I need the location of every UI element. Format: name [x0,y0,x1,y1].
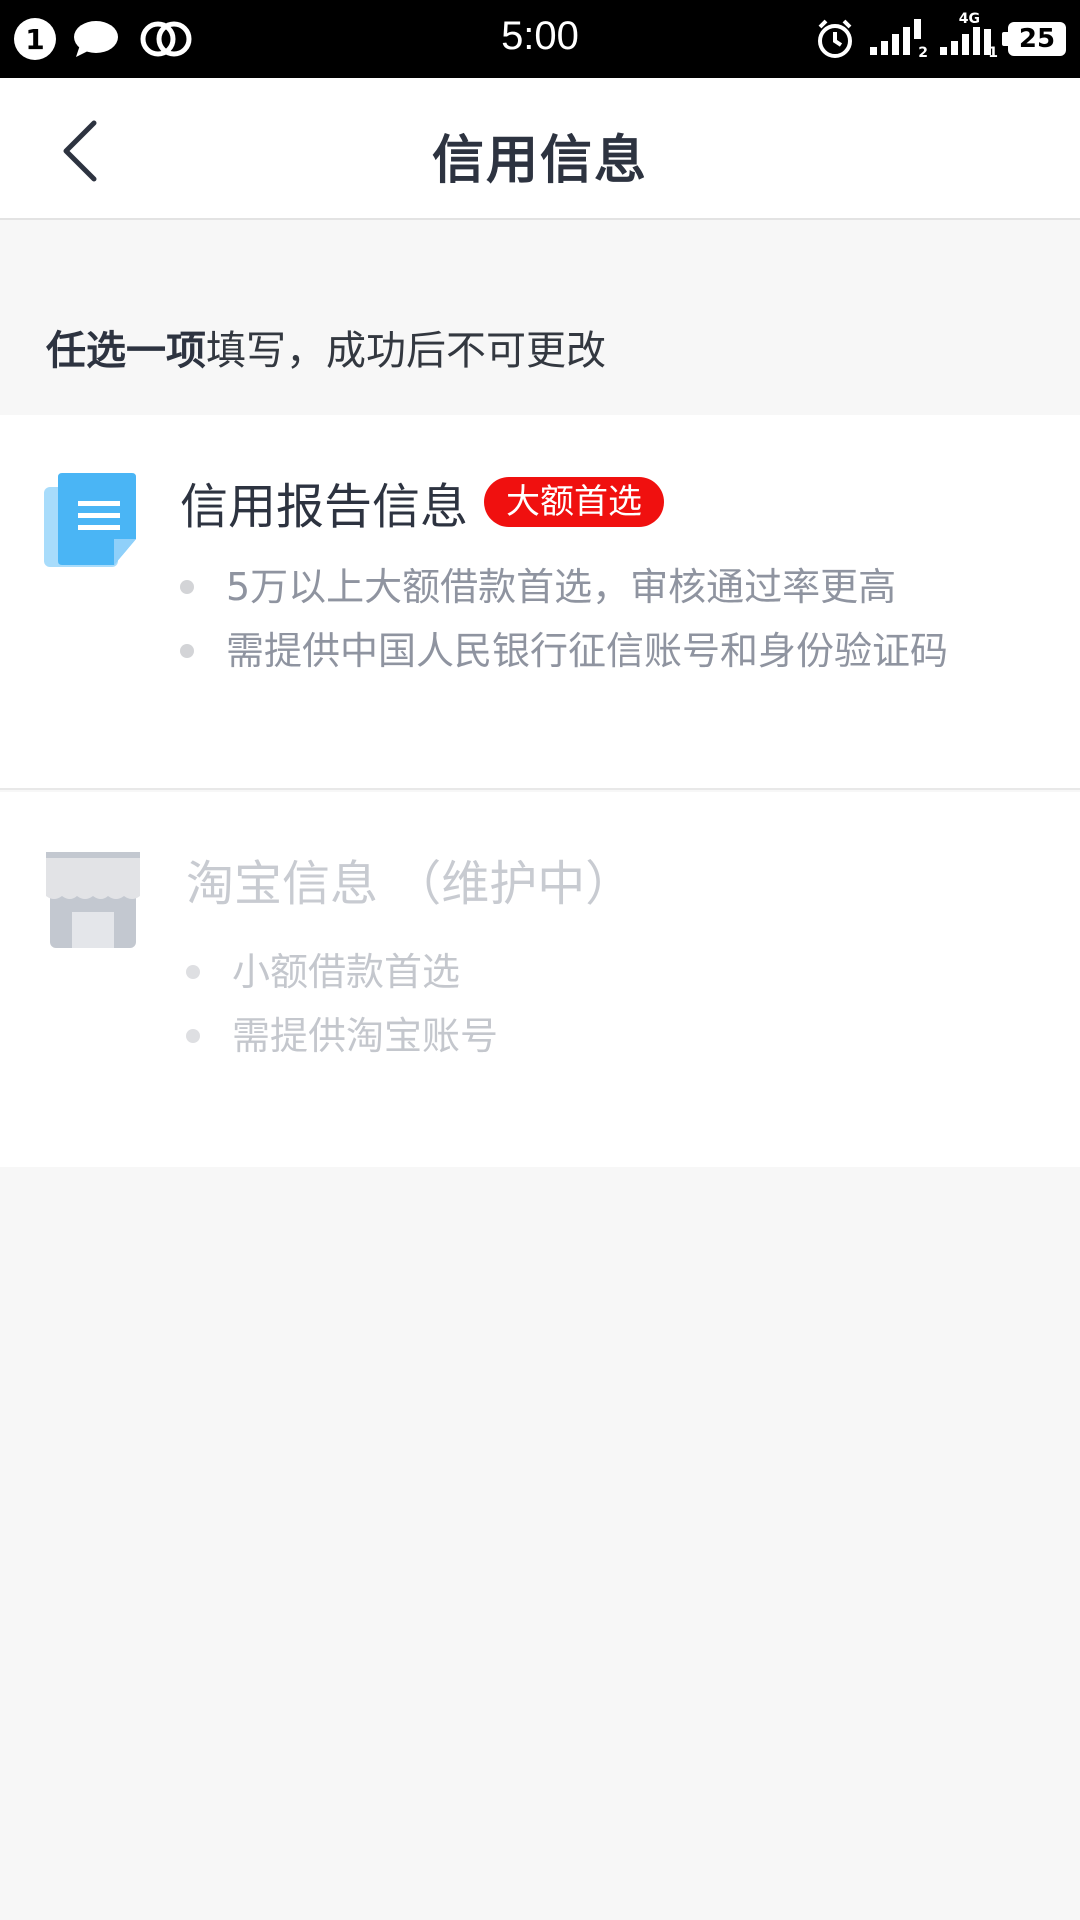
taobao-option: 淘宝信息 （维护中） 小额借款首选 需提供淘宝账号 [0,792,1080,1167]
hint-emphasis: 任选一项 [46,328,206,374]
sim1-label: 2 [918,45,928,61]
network-type-label: 4G [958,11,980,27]
alarm-icon [818,19,852,58]
list-item: 5万以上大额借款首选，审核通过率更高 [180,555,948,619]
recommended-badge: 大额首选 [484,477,665,527]
list-item: 需提供淘宝账号 [186,1004,498,1068]
page-title: 信用信息 [431,131,648,191]
sim1-signal: 2 [868,17,928,61]
taobao-title: 淘宝信息 （维护中） [186,856,634,912]
credit-report-bullets: 5万以上大额借款首选，审核通过率更高 需提供中国人民银行征信账号和身份验证码 [180,555,948,683]
hint-text: 填写，成功后不可更改 [206,328,606,374]
nav-bar: 信用信息 [0,78,1080,220]
battery-indicator: 25 [1002,22,1066,56]
list-item: 小额借款首选 [186,940,498,1004]
credit-report-title-row: 信用报告信息 大额首选 [180,467,665,537]
taobao-title-row: 淘宝信息 （维护中） [186,844,633,914]
taobao-bullets: 小额借款首选 需提供淘宝账号 [186,940,498,1068]
credit-report-title: 信用报告信息 [180,479,469,535]
store-icon [46,852,140,954]
status-right-icons: 2 4G 1 25 [814,11,1066,64]
document-icon [44,473,136,573]
sim2-signal: 4G 1 [938,11,998,61]
sim2-label: 1 [988,45,998,61]
status-bar: 1 5:00 2 4G 1 25 [0,0,1080,78]
list-item: 需提供中国人民银行征信账号和身份验证码 [180,619,948,683]
selection-hint: 任选一项填写，成功后不可更改 [46,318,606,376]
credit-report-option[interactable]: 信用报告信息 大额首选 5万以上大额借款首选，审核通过率更高 需提供中国人民银行… [0,415,1080,790]
